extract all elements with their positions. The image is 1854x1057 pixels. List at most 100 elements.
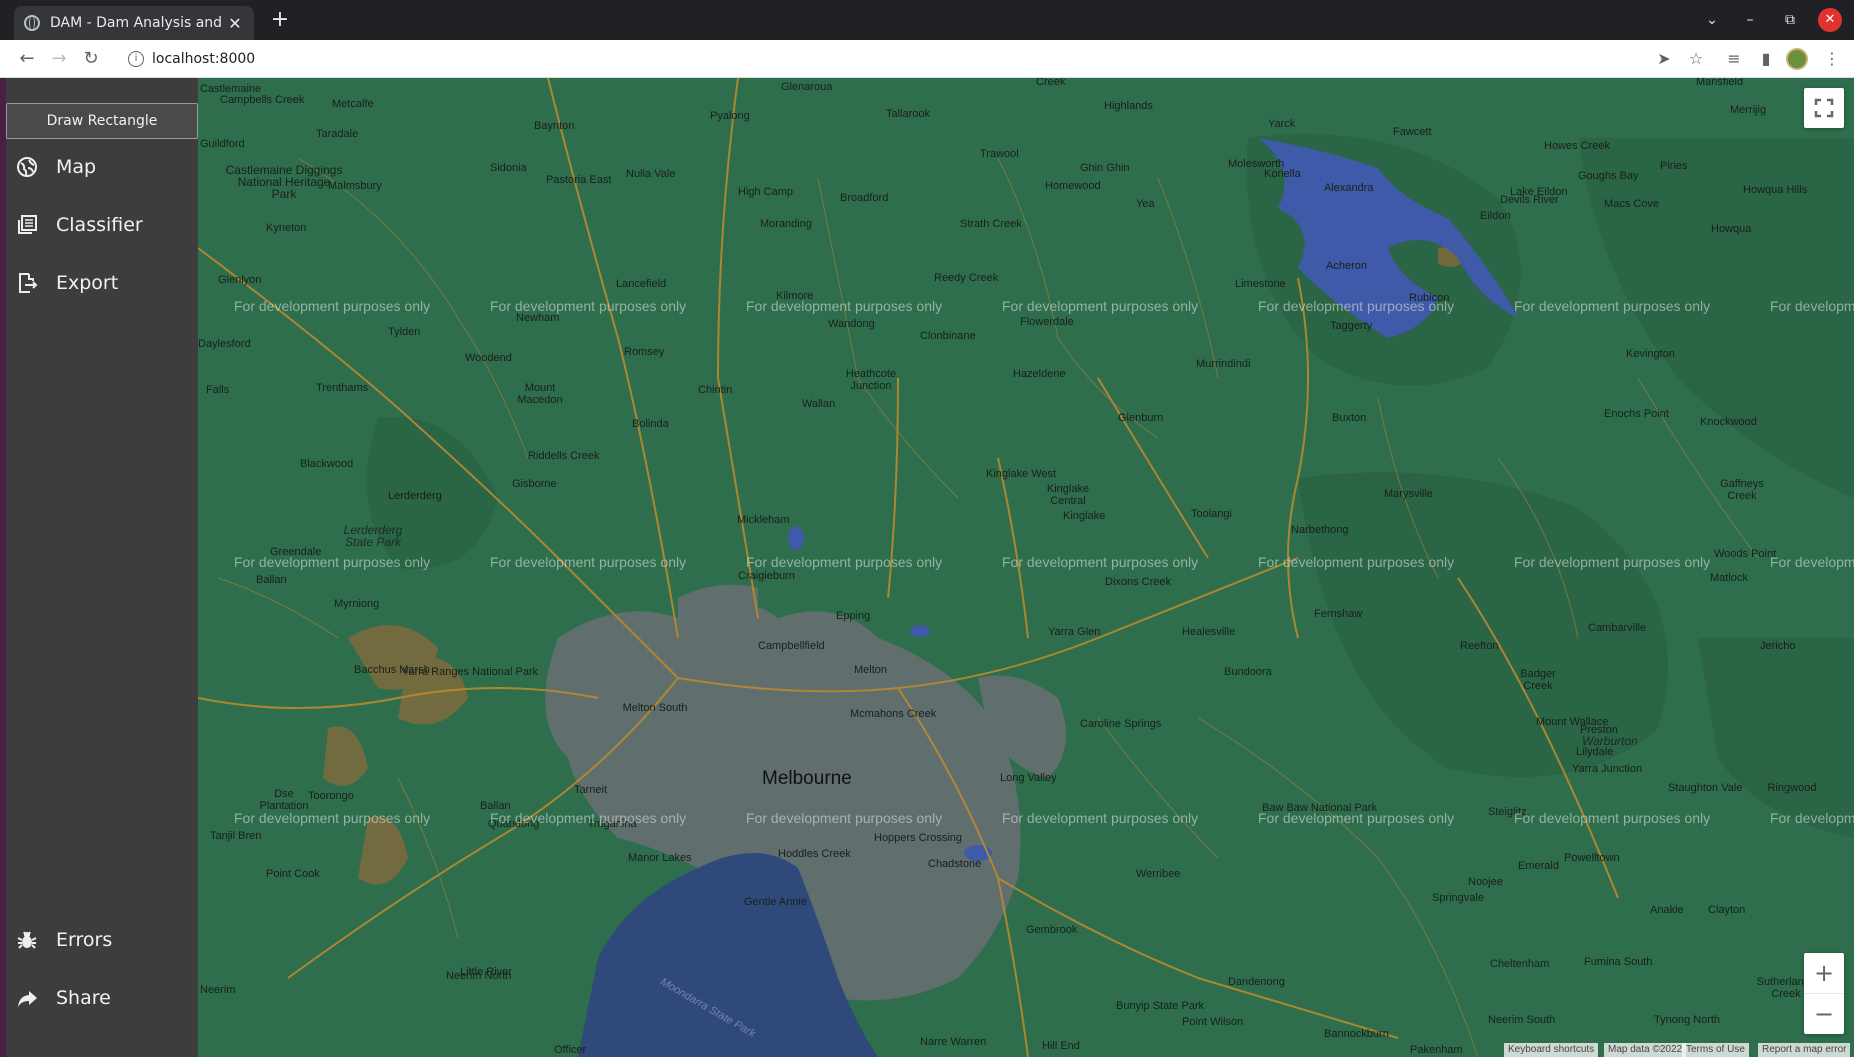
map-data-attribution: Map data ©2022	[1604, 1043, 1687, 1057]
place-label: Tallarook	[886, 108, 931, 120]
sidebar-item-map[interactable]: Map	[6, 145, 198, 189]
dev-watermark: For development purposes only	[490, 298, 687, 314]
sidebar-item-errors[interactable]: Errors	[6, 918, 198, 962]
dev-watermark: For development purposes only	[746, 298, 943, 314]
browser-tab[interactable]: DAM - Dam Analysis and M ✕	[14, 6, 254, 40]
zoom-in-button[interactable]: +	[1804, 954, 1844, 994]
sidebar-item-classifier[interactable]: Classifier	[6, 203, 198, 247]
restore-icon[interactable]: ⧉	[1778, 8, 1802, 32]
sidebar-item-label: Map	[56, 156, 97, 178]
place-label: Creek	[1036, 78, 1066, 88]
place-label: Knockwood	[1700, 416, 1757, 428]
profile-avatar[interactable]	[1786, 48, 1808, 70]
place-label: Clonbinane	[920, 330, 976, 342]
place-label: Manor Lakes	[628, 852, 692, 864]
dev-watermark: For development purposes only	[1258, 554, 1455, 570]
place-label: Clayton	[1708, 904, 1746, 916]
place-label: Emerald	[1518, 860, 1559, 872]
fullscreen-icon	[1814, 98, 1834, 118]
place-label: Werribee	[1136, 868, 1181, 880]
sidebar-item-share[interactable]: Share	[6, 976, 198, 1020]
dev-watermark: For development purposes only	[1514, 810, 1711, 826]
bug-icon	[14, 927, 40, 953]
site-info-icon[interactable]: i	[128, 51, 144, 67]
sidebar-item-export[interactable]: Export	[6, 261, 198, 305]
place-label: Gembrook	[1026, 924, 1078, 936]
place-label: Falls	[206, 384, 230, 396]
place-label: Nulla Vale	[626, 168, 676, 180]
menu-kebab-icon[interactable]: ⋮	[1820, 47, 1844, 71]
place-label: Guildford	[200, 138, 245, 150]
place-label: Enochs Point	[1604, 408, 1669, 420]
keyboard-shortcuts-link[interactable]: Keyboard shortcuts	[1504, 1043, 1599, 1057]
dev-watermark: For development purposes only	[1770, 810, 1854, 826]
place-label: Ghin Ghin	[1080, 162, 1130, 174]
send-icon[interactable]: ➤	[1652, 47, 1676, 71]
draw-rectangle-button[interactable]: Draw Rectangle	[6, 103, 198, 139]
place-label: Healesville	[1182, 626, 1236, 638]
place-label: Reedy Creek	[934, 272, 999, 284]
place-label: Sidonia	[490, 162, 527, 174]
place-label: Howqua Hills	[1743, 184, 1808, 196]
media-icon[interactable]: ≡	[1722, 47, 1746, 71]
place-label: Gaffneys Creek	[1720, 478, 1764, 502]
terms-of-use-link[interactable]: Terms of Use	[1682, 1043, 1749, 1057]
tab-search-icon[interactable]: ⌄	[1700, 8, 1724, 32]
place-label: Malmsbury	[328, 180, 382, 192]
minimize-icon[interactable]: –	[1738, 8, 1762, 32]
window-close-icon[interactable]: ✕	[1818, 8, 1842, 32]
dev-watermark: For development purposes only	[746, 554, 943, 570]
place-label: Ringwood	[1767, 782, 1817, 794]
new-tab-button[interactable]: +	[266, 6, 294, 34]
place-label: Powelltown	[1564, 852, 1620, 864]
place-label: Kinglake Central	[1046, 483, 1090, 507]
dev-watermark: For development purposes only	[490, 554, 687, 570]
place-label: Cambarville	[1588, 622, 1647, 634]
sidebar-item-label: Export	[56, 272, 119, 294]
place-label: Alexandra	[1324, 182, 1374, 194]
place-label: Flowerdale	[1020, 316, 1074, 328]
place-label: Lerderderg State Park	[343, 523, 403, 549]
place-label: Lerderderg	[388, 490, 442, 502]
side-panel-icon[interactable]: ▮	[1754, 47, 1778, 71]
dev-watermark: For development purposes only	[1514, 298, 1711, 314]
place-label: Piries	[1660, 160, 1688, 172]
bookmark-star-icon[interactable]: ☆	[1684, 47, 1708, 71]
place-label: Dse Plantation	[259, 788, 309, 812]
sidebar-item-label: Classifier	[56, 214, 143, 236]
dev-watermark: For development purposes only	[1002, 810, 1199, 826]
sidebar-item-label: Share	[56, 987, 111, 1009]
place-label: Marysville	[1384, 488, 1433, 500]
place-label: Trenthams	[316, 382, 369, 394]
address-bar[interactable]: i localhost:8000	[116, 44, 1616, 74]
dev-watermark: For development purposes only	[1514, 554, 1711, 570]
browser-chrome: DAM - Dam Analysis and M ✕ + ⌄ – ⧉ ✕ ← →…	[0, 0, 1854, 78]
place-label: Hoppers Crossing	[874, 832, 963, 844]
place-label: Bunyip State Park	[1116, 1000, 1205, 1012]
place-label: Kinglake West	[986, 468, 1057, 480]
zoom-out-button[interactable]: −	[1804, 994, 1844, 1034]
tab-close-icon[interactable]: ✕	[226, 14, 244, 33]
place-label: Pyalong	[710, 110, 750, 122]
place-label: Macs Cove	[1604, 198, 1660, 210]
place-label: Hazeldene	[1013, 368, 1066, 380]
place-label: Woods Point	[1714, 548, 1777, 560]
sidebar-item-label: Errors	[56, 929, 113, 951]
report-map-error-link[interactable]: Report a map error	[1758, 1043, 1851, 1057]
reload-icon[interactable]: ↻	[78, 46, 104, 72]
place-label: Narbethong	[1291, 524, 1349, 536]
fullscreen-button[interactable]	[1804, 88, 1844, 128]
place-label: Toorongo	[308, 790, 354, 802]
place-label: Blackwood	[300, 458, 354, 470]
place-label: Yea	[1136, 198, 1155, 210]
place-label: Narre Warren	[920, 1036, 987, 1048]
map-canvas[interactable]: Castlemaine Campbells Creek Metcalfe Gle…	[198, 78, 1854, 1057]
forward-icon[interactable]: →	[46, 46, 72, 72]
place-label: Neerim	[200, 984, 236, 996]
export-icon	[14, 270, 40, 296]
place-label: Merrijig	[1730, 104, 1767, 116]
dev-watermark: For development purposes only	[1770, 298, 1854, 314]
back-icon[interactable]: ←	[14, 46, 40, 72]
place-label: Lilydale	[1576, 746, 1614, 758]
place-label: Mount Macedon	[517, 382, 563, 406]
